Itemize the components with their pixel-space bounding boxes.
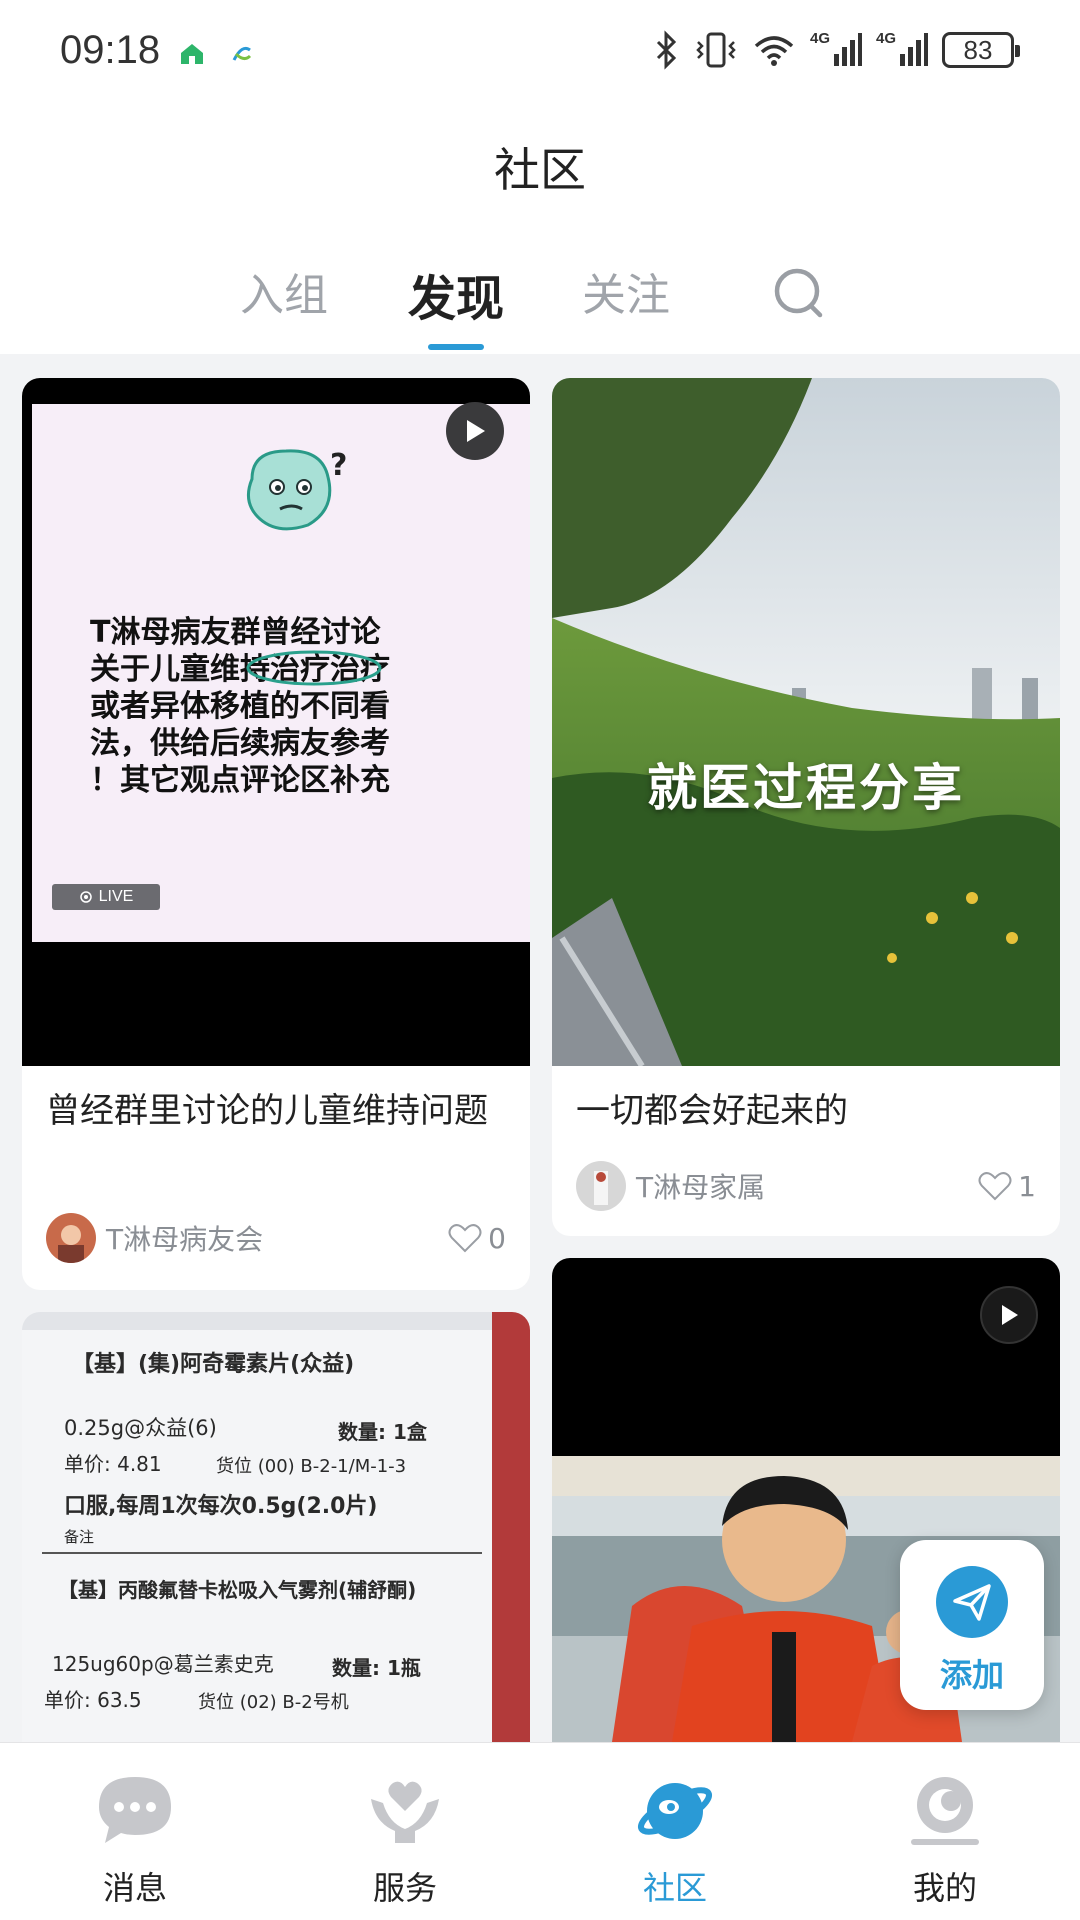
play-icon[interactable] bbox=[980, 1286, 1038, 1344]
card-image[interactable]: 【基】(集)阿奇霉素片(众益) 0.25g@众益(6) 数量: 1盒 单价: 4… bbox=[22, 1312, 530, 1742]
receipt-line: 0.25g@众益(6) bbox=[64, 1416, 217, 1440]
tab-bar: 入组 发现 关注 bbox=[0, 259, 1080, 339]
bottom-nav: 消息 服务 社区 我的 bbox=[0, 1742, 1080, 1920]
nav-item-messages[interactable]: 消息 bbox=[0, 1743, 270, 1920]
receipt-line: 数量: 1瓶 bbox=[332, 1656, 421, 1680]
live-badge: LIVE bbox=[52, 884, 160, 910]
add-label: 添加 bbox=[939, 1656, 1004, 1694]
card-author[interactable]: T淋母家属 1 bbox=[576, 1160, 1036, 1212]
like-button[interactable]: 0 bbox=[448, 1222, 506, 1255]
play-icon[interactable] bbox=[446, 402, 504, 460]
card-image[interactable]: 就医过程分享 bbox=[552, 378, 1060, 1066]
park-photo bbox=[552, 378, 1060, 1066]
nav-label: 消息 bbox=[102, 1869, 167, 1907]
chat-bubble-icon bbox=[99, 1777, 171, 1843]
nav-item-services[interactable]: 服务 bbox=[270, 1743, 540, 1920]
heart-icon bbox=[448, 1224, 482, 1253]
status-icons: 4G 4G 83 bbox=[652, 30, 1020, 70]
author-avatar bbox=[46, 1213, 96, 1263]
author-avatar bbox=[576, 1161, 626, 1211]
signal-icon: 4G bbox=[810, 30, 862, 70]
battery-icon: 83 bbox=[942, 32, 1020, 68]
like-button[interactable]: 1 bbox=[978, 1170, 1036, 1203]
profile-icon bbox=[911, 1777, 979, 1845]
receipt-line: 口服,每周1次每次0.5g(2.0片) bbox=[64, 1494, 378, 1519]
paper-plane-icon bbox=[936, 1566, 1008, 1638]
signal-icon: 4G bbox=[876, 30, 928, 70]
receipt-line: 125ug60p@葛兰素史克 bbox=[52, 1652, 274, 1676]
nav-item-community[interactable]: 社区 bbox=[540, 1743, 810, 1920]
status-bar: 09:18 4G 4G 83 bbox=[0, 0, 1080, 104]
add-post-button[interactable]: 添加 bbox=[900, 1540, 1044, 1710]
tab-active-indicator bbox=[428, 344, 484, 350]
receipt-line: 数量: 1盒 bbox=[338, 1420, 427, 1444]
mobile-logo-icon bbox=[232, 46, 252, 61]
thinking-face-icon: ? bbox=[246, 448, 347, 531]
like-count: 0 bbox=[488, 1221, 506, 1255]
nav-item-profile[interactable]: 我的 bbox=[810, 1743, 1080, 1920]
author-name: T淋母家属 bbox=[636, 1171, 766, 1204]
heart-hands-icon bbox=[371, 1781, 439, 1843]
receipt-line: 【基】丙酸氟替卡松吸入气雾剂(辅舒酮) bbox=[58, 1578, 417, 1602]
search-icon[interactable] bbox=[770, 264, 830, 324]
poster-image: ? T淋母病友群曾经讨论 关于儿童维持治疗治疗 或者异体移植的不同看 法，供给后… bbox=[32, 404, 530, 942]
receipt-line: 单价: 63.5 bbox=[44, 1688, 142, 1712]
image-caption: 就医过程分享 bbox=[647, 759, 965, 817]
receipt-photo: 【基】(集)阿奇霉素片(众益) 0.25g@众益(6) 数量: 1盒 单价: 4… bbox=[22, 1312, 492, 1742]
highlight-circle bbox=[246, 650, 382, 686]
home-badge-icon bbox=[181, 44, 203, 64]
tab-join[interactable]: 入组 bbox=[240, 259, 328, 323]
receipt-line: 备注 bbox=[64, 1528, 95, 1546]
author-name: T淋母病友会 bbox=[106, 1223, 264, 1256]
nav-label: 社区 bbox=[642, 1869, 707, 1907]
svg-text:?: ? bbox=[330, 448, 347, 483]
bluetooth-icon bbox=[656, 30, 677, 70]
live-label: LIVE bbox=[98, 888, 134, 905]
status-time: 09:18 bbox=[60, 28, 161, 72]
receipt-line: 货位 (00) B-2-1/M-1-3 bbox=[216, 1456, 407, 1477]
receipt-background bbox=[492, 1312, 530, 1742]
live-icon bbox=[79, 891, 92, 903]
feed-card[interactable]: ? T淋母病友群曾经讨论 关于儿童维持治疗治疗 或者异体移植的不同看 法，供给后… bbox=[22, 378, 530, 1290]
poster-text: T淋母病友群曾经讨论 关于儿童维持治疗治疗 或者异体移植的不同看 法，供给后续病… bbox=[90, 615, 390, 798]
vibrate-icon bbox=[696, 32, 736, 68]
tab-discover[interactable]: 发现 bbox=[408, 259, 504, 329]
receipt-line: 单价: 4.81 bbox=[64, 1452, 162, 1476]
nav-label: 服务 bbox=[372, 1869, 437, 1907]
card-author[interactable]: T淋母病友会 0 bbox=[46, 1212, 506, 1264]
heart-icon bbox=[978, 1172, 1012, 1201]
like-count: 1 bbox=[1018, 1169, 1036, 1203]
wifi-icon bbox=[754, 36, 794, 66]
planet-icon bbox=[637, 1783, 713, 1839]
feed-card[interactable]: 【基】(集)阿奇霉素片(众益) 0.25g@众益(6) 数量: 1盒 单价: 4… bbox=[22, 1312, 530, 1742]
card-video-thumbnail[interactable]: ? T淋母病友群曾经讨论 关于儿童维持治疗治疗 或者异体移植的不同看 法，供给后… bbox=[22, 378, 530, 1066]
page-title: 社区 bbox=[494, 143, 586, 197]
tab-follow[interactable]: 关注 bbox=[582, 259, 670, 323]
nav-label: 我的 bbox=[912, 1869, 977, 1907]
card-title: 一切都会好起来的 bbox=[576, 1091, 848, 1131]
card-title: 曾经群里讨论的儿童维持问题 bbox=[46, 1091, 488, 1131]
feed-card[interactable]: 就医过程分享 一切都会好起来的 T淋母家属 1 bbox=[552, 378, 1060, 1236]
receipt-line: 【基】(集)阿奇霉素片(众益) bbox=[72, 1352, 355, 1377]
battery-level: 83 bbox=[963, 34, 993, 65]
receipt-line: 货位 (02) B-2号机 bbox=[198, 1692, 349, 1713]
header: 社区 入组 发现 关注 bbox=[0, 104, 1080, 354]
